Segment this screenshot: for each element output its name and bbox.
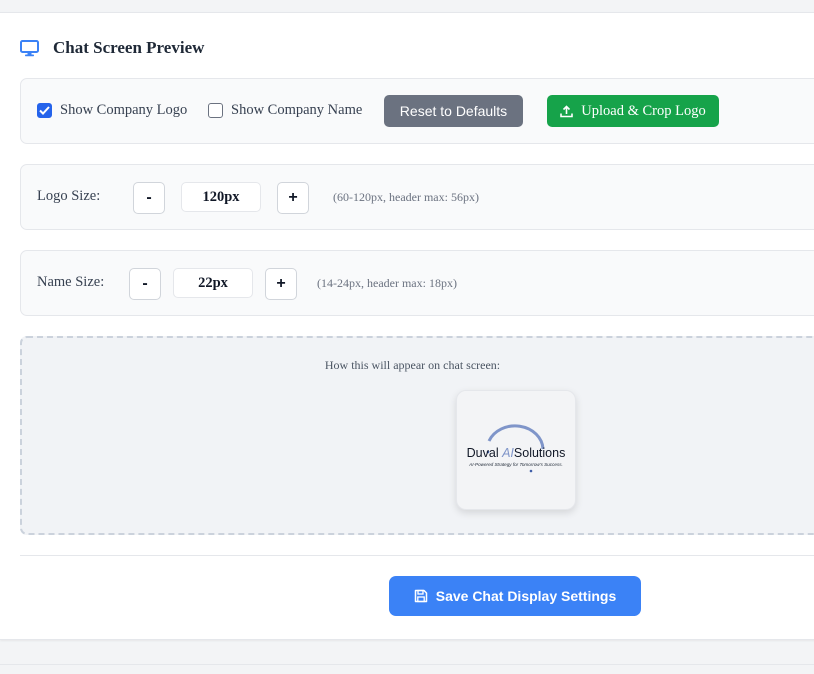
name-size-label: Name Size: <box>37 274 105 290</box>
show-name-checkbox[interactable] <box>208 103 223 118</box>
plus-glyph: + <box>276 275 286 292</box>
section-header: Chat Screen Preview <box>20 36 204 60</box>
footer-divider <box>20 555 814 556</box>
show-name-toggle[interactable]: Show Company Name <box>208 102 362 119</box>
name-size-panel: Name Size: - 22px + (14-24px, header max… <box>20 250 814 316</box>
save-settings-button[interactable]: Save Chat Display Settings <box>389 576 641 616</box>
upload-crop-logo-button[interactable]: Upload & Crop Logo <box>547 95 719 127</box>
logo-size-hint: (60-120px, header max: 56px) <box>333 190 479 204</box>
show-name-label: Show Company Name <box>231 102 363 118</box>
plus-glyph: + <box>288 189 298 206</box>
company-logo-preview: Duval AISolutions AI-Powered Strategy fo… <box>456 390 576 510</box>
upload-crop-logo-label: Upload & Crop Logo <box>581 102 706 119</box>
svg-text:Duval AISolutions: Duval AISolutions <box>467 446 566 460</box>
svg-text:AI-Powered Strategy for Tomorr: AI-Powered Strategy for Tomorrow's Succe… <box>468 462 563 467</box>
name-size-increase-button[interactable]: + <box>265 268 297 300</box>
monitor-icon <box>20 39 39 57</box>
preview-caption: How this will appear on chat screen: <box>324 358 501 372</box>
logo-size-panel: Logo Size: - 120px + (60-120px, header m… <box>20 164 814 230</box>
minus-glyph: - <box>142 275 148 292</box>
upload-icon <box>560 104 574 118</box>
logo-size-label: Logo Size: <box>37 188 101 204</box>
reset-defaults-button[interactable]: Reset to Defaults <box>384 95 523 127</box>
company-logo-image: Duval AISolutions AI-Powered Strategy fo… <box>467 424 566 473</box>
logo-size-increase-button[interactable]: + <box>277 182 309 214</box>
save-icon <box>414 589 428 603</box>
name-size-hint: (14-24px, header max: 18px) <box>317 276 457 290</box>
logo-size-decrease-button[interactable]: - <box>133 182 165 214</box>
show-logo-checkbox[interactable] <box>37 103 52 118</box>
name-size-value[interactable]: 22px <box>173 268 253 298</box>
reset-defaults-label: Reset to Defaults <box>399 103 508 119</box>
show-logo-label: Show Company Logo <box>60 102 188 118</box>
show-logo-toggle[interactable]: Show Company Logo <box>37 102 187 119</box>
name-size-decrease-button[interactable]: - <box>129 268 161 300</box>
save-settings-label: Save Chat Display Settings <box>435 588 617 604</box>
minus-glyph: - <box>146 189 152 206</box>
page-title: Chat Screen Preview <box>53 38 205 57</box>
chat-screen-preview: How this will appear on chat screen: Duv… <box>20 336 814 535</box>
logo-size-value[interactable]: 120px <box>181 182 261 212</box>
display-toggles-panel: Show Company Logo Show Company Name Rese… <box>20 78 814 144</box>
